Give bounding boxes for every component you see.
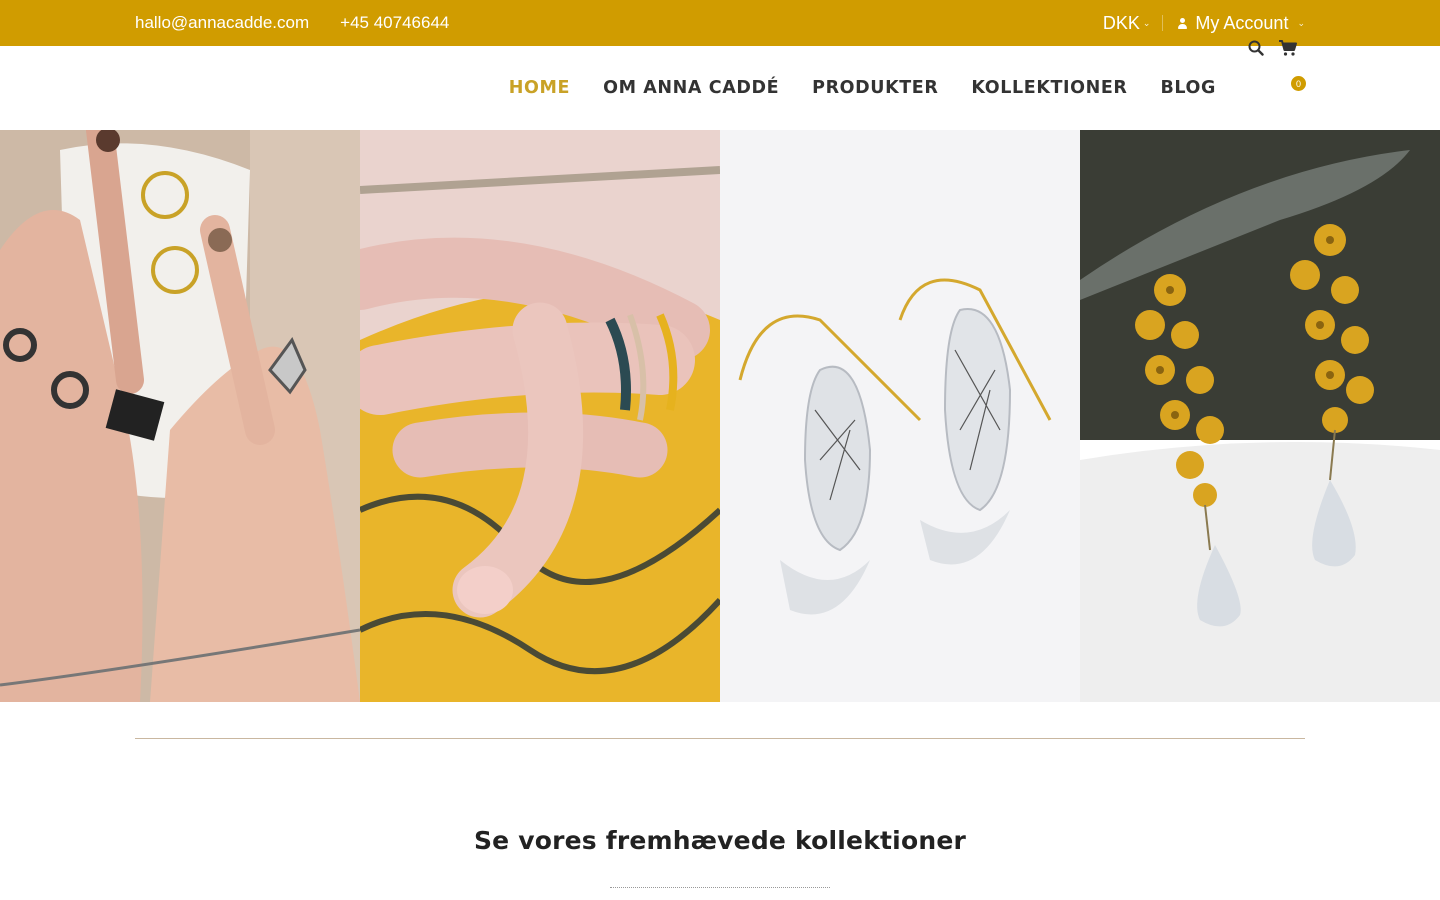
top-bar: hallo@annacadde.com +45 40746644 DKK ⌄ M… xyxy=(0,0,1440,46)
cart-count-badge: 0 xyxy=(1291,76,1306,91)
phone-link[interactable]: +45 40746644 xyxy=(340,13,449,33)
chevron-down-icon: ⌄ xyxy=(1142,17,1151,28)
hero-banner xyxy=(0,130,1440,702)
nav-om-anna-cadde[interactable]: OM ANNA CADDÉ xyxy=(603,78,779,98)
banner-tile-rings-hands[interactable] xyxy=(0,130,360,702)
chevron-down-icon: ⌄ xyxy=(1297,17,1305,28)
user-icon xyxy=(1177,17,1187,29)
topbar-right: DKK ⌄ My Account ⌄ xyxy=(1103,0,1305,46)
banner-tile-rings-fabric[interactable] xyxy=(360,130,720,702)
my-account-label: My Account xyxy=(1195,12,1289,33)
title-underline xyxy=(610,887,830,888)
contact-info: hallo@annacadde.com +45 40746644 xyxy=(135,0,449,46)
search-icon[interactable] xyxy=(1248,40,1264,56)
banner-tile-gold-earrings[interactable] xyxy=(1080,130,1440,702)
quartz-earrings-image xyxy=(720,130,1080,702)
currency-label: DKK xyxy=(1102,12,1140,33)
email-link[interactable]: hallo@annacadde.com xyxy=(135,13,309,33)
site-header: HOME OM ANNA CADDÉ PRODUKTER KOLLEKTIONE… xyxy=(0,46,1440,130)
nav-kollektioner[interactable]: KOLLEKTIONER xyxy=(971,78,1127,98)
section-divider xyxy=(135,738,1305,739)
gold-earrings-image xyxy=(1080,130,1440,702)
my-account-menu[interactable]: My Account ⌄ xyxy=(1163,13,1305,34)
main-nav: HOME OM ANNA CADDÉ PRODUKTER KOLLEKTIONE… xyxy=(509,46,1216,130)
featured-collections-title: Se vores fremhævede kollektioner xyxy=(473,826,967,855)
banner-tile-quartz-earrings[interactable] xyxy=(720,130,1080,702)
rings-hands-image xyxy=(0,130,360,702)
nav-produkter[interactable]: PRODUKTER xyxy=(812,78,938,98)
currency-selector[interactable]: DKK ⌄ xyxy=(1102,12,1164,33)
cart-icon[interactable] xyxy=(1278,39,1298,57)
rings-fabric-image xyxy=(360,130,720,702)
nav-home[interactable]: HOME xyxy=(509,78,570,98)
nav-blog[interactable]: BLOG xyxy=(1160,78,1216,98)
